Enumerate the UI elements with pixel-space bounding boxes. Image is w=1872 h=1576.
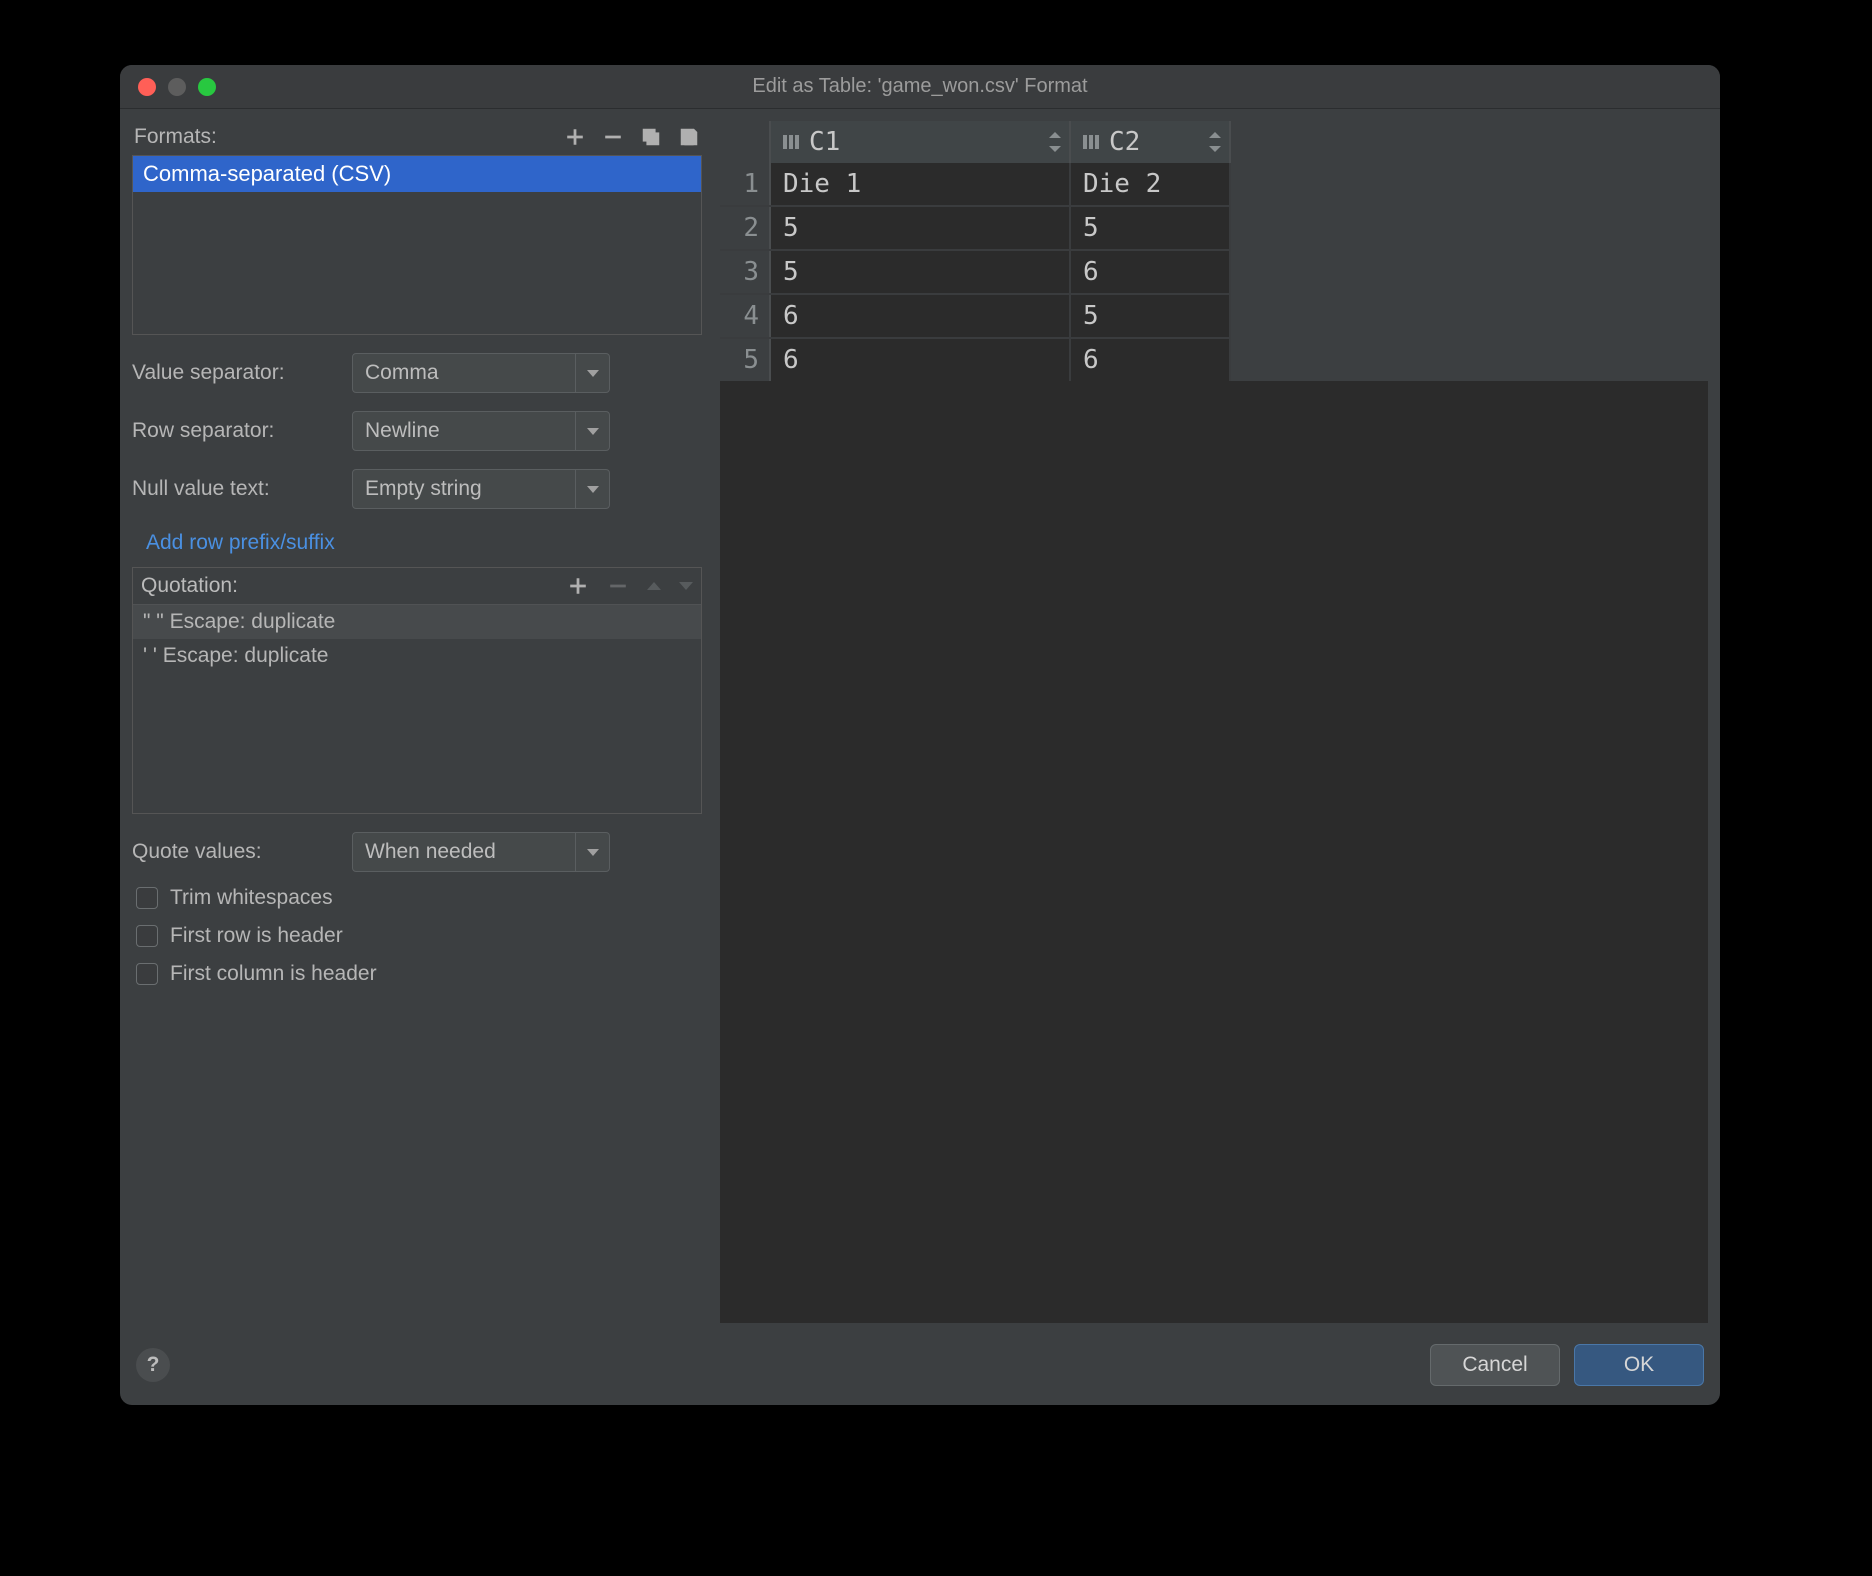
row-separator-select[interactable]: Newline — [352, 411, 610, 451]
table-row[interactable]: 2 5 5 — [720, 206, 1230, 250]
titlebar: Edit as Table: 'game_won.csv' Format — [120, 65, 1720, 109]
value-separator-label: Value separator: — [132, 361, 352, 385]
column-header-c1-label: C1 — [809, 127, 840, 157]
null-value-select[interactable]: Empty string — [352, 469, 610, 509]
checkbox-icon — [136, 963, 158, 985]
formats-toolbar — [564, 126, 700, 148]
table-corner — [720, 121, 770, 163]
checkbox-icon — [136, 887, 158, 909]
minimize-icon[interactable] — [168, 78, 186, 96]
minus-icon[interactable] — [607, 575, 629, 597]
column-icon — [783, 133, 801, 151]
quotation-box: Quotation: " " Escape: duplicate ' ' Es — [132, 567, 702, 814]
chevron-down-icon — [575, 354, 609, 392]
row-number: 5 — [720, 338, 770, 382]
null-value-row: Null value text: Empty string — [132, 469, 702, 509]
preview-pane: C1 C2 — [720, 121, 1708, 1323]
left-pane: Formats: Comma-sepa — [132, 121, 702, 1323]
trim-whitespaces-label: Trim whitespaces — [170, 886, 333, 910]
quote-values-label: Quote values: — [132, 840, 352, 864]
formats-list-item-csv[interactable]: Comma-separated (CSV) — [133, 156, 701, 192]
move-down-icon[interactable] — [679, 582, 693, 590]
window-title: Edit as Table: 'game_won.csv' Format — [120, 75, 1720, 98]
help-button[interactable]: ? — [136, 1348, 170, 1382]
minus-icon[interactable] — [602, 126, 624, 148]
formats-label: Formats: — [134, 125, 217, 149]
sort-icon[interactable] — [1049, 132, 1061, 152]
row-number: 4 — [720, 294, 770, 338]
quote-values-row: Quote values: When needed — [132, 832, 702, 872]
checkbox-icon — [136, 925, 158, 947]
traffic-lights — [120, 78, 216, 96]
sort-icon[interactable] — [1209, 132, 1221, 152]
quotation-label: Quotation: — [141, 574, 238, 598]
quotation-rule[interactable]: " " Escape: duplicate — [133, 605, 701, 639]
quotation-rule[interactable]: ' ' Escape: duplicate — [133, 639, 701, 673]
cell-c1[interactable]: Die 1 — [770, 163, 1070, 206]
value-separator-select[interactable]: Comma — [352, 353, 610, 393]
table-row[interactable]: 1 Die 1 Die 2 — [720, 163, 1230, 206]
quote-values-value: When needed — [365, 840, 496, 864]
row-separator-label: Row separator: — [132, 419, 352, 443]
preview-table: C1 C2 — [720, 121, 1231, 383]
save-icon[interactable] — [678, 126, 700, 148]
first-row-header-label: First row is header — [170, 924, 343, 948]
cell-c2[interactable]: 5 — [1070, 206, 1230, 250]
row-separator-value: Newline — [365, 419, 440, 443]
quotation-header: Quotation: — [133, 568, 701, 605]
cell-c1[interactable]: 6 — [770, 338, 1070, 382]
null-value-label: Null value text: — [132, 477, 352, 501]
null-value-value: Empty string — [365, 477, 482, 501]
first-column-header-label: First column is header — [170, 962, 377, 986]
ok-button-label: OK — [1624, 1353, 1654, 1377]
move-up-icon[interactable] — [647, 582, 661, 590]
dialog-footer: ? Cancel OK — [120, 1335, 1720, 1405]
table-row[interactable]: 5 6 6 — [720, 338, 1230, 382]
row-number: 1 — [720, 163, 770, 206]
help-icon: ? — [147, 1353, 160, 1377]
row-separator-row: Row separator: Newline — [132, 411, 702, 451]
first-column-header-checkbox[interactable]: First column is header — [132, 962, 702, 986]
cell-c1[interactable]: 5 — [770, 206, 1070, 250]
close-icon[interactable] — [138, 78, 156, 96]
column-icon — [1083, 133, 1101, 151]
cancel-button-label: Cancel — [1462, 1353, 1527, 1377]
zoom-icon[interactable] — [198, 78, 216, 96]
quote-values-select[interactable]: When needed — [352, 832, 610, 872]
add-row-prefix-suffix-link[interactable]: Add row prefix/suffix — [146, 531, 702, 555]
row-number: 3 — [720, 250, 770, 294]
cancel-button[interactable]: Cancel — [1430, 1344, 1560, 1386]
dialog-body: Formats: Comma-sepa — [120, 109, 1720, 1335]
row-number: 2 — [720, 206, 770, 250]
copy-icon[interactable] — [640, 126, 662, 148]
table-row[interactable]: 4 6 5 — [720, 294, 1230, 338]
formats-header: Formats: — [132, 121, 702, 155]
column-header-c2-label: C2 — [1109, 127, 1140, 157]
cell-c2[interactable]: Die 2 — [1070, 163, 1230, 206]
cell-c1[interactable]: 5 — [770, 250, 1070, 294]
column-header-c1[interactable]: C1 — [770, 121, 1070, 163]
preview-filler — [720, 381, 1708, 1323]
quotation-filler — [133, 673, 701, 813]
dialog-window: Edit as Table: 'game_won.csv' Format For… — [120, 65, 1720, 1405]
cell-c2[interactable]: 6 — [1070, 338, 1230, 382]
value-separator-row: Value separator: Comma — [132, 353, 702, 393]
table-row[interactable]: 3 5 6 — [720, 250, 1230, 294]
chevron-down-icon — [575, 833, 609, 871]
column-header-c2[interactable]: C2 — [1070, 121, 1230, 163]
first-row-header-checkbox[interactable]: First row is header — [132, 924, 702, 948]
value-separator-value: Comma — [365, 361, 439, 385]
chevron-down-icon — [575, 412, 609, 450]
chevron-down-icon — [575, 470, 609, 508]
cell-c2[interactable]: 6 — [1070, 250, 1230, 294]
quotation-toolbar — [567, 575, 693, 597]
preview-table-wrap: C1 C2 — [720, 121, 1708, 383]
formats-list[interactable]: Comma-separated (CSV) — [132, 155, 702, 335]
cell-c2[interactable]: 5 — [1070, 294, 1230, 338]
ok-button[interactable]: OK — [1574, 1344, 1704, 1386]
trim-whitespaces-checkbox[interactable]: Trim whitespaces — [132, 886, 702, 910]
cell-c1[interactable]: 6 — [770, 294, 1070, 338]
plus-icon[interactable] — [567, 575, 589, 597]
plus-icon[interactable] — [564, 126, 586, 148]
